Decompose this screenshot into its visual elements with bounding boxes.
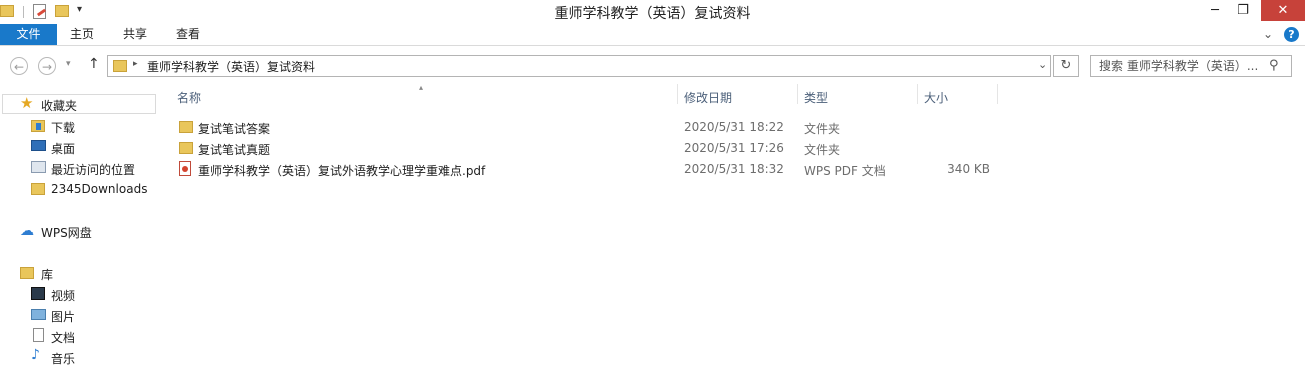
file-date: 2020/5/31 18:22	[684, 120, 784, 134]
cloud-icon: ☁	[20, 223, 34, 239]
tab-file[interactable]: 文件	[0, 24, 57, 45]
sidebar-item-videos[interactable]: 视频	[51, 287, 75, 304]
tab-home[interactable]: 主页	[70, 24, 94, 45]
recent-locations-icon[interactable]: ▾	[66, 59, 71, 69]
folder-icon	[179, 142, 193, 154]
pictures-icon	[31, 309, 46, 320]
address-folder-icon	[113, 60, 127, 72]
file-size: 340 KB	[947, 162, 990, 176]
sidebar-item-music[interactable]: 音乐	[51, 350, 75, 367]
sort-ascending-icon: ▴	[419, 83, 424, 92]
sidebar-item-2345downloads[interactable]: 2345Downloads	[51, 182, 147, 196]
file-type: WPS PDF 文档	[804, 164, 886, 178]
column-divider[interactable]	[797, 84, 798, 104]
window-title: 重师学科教学（英语）复试资料	[554, 6, 751, 22]
address-dropdown-icon[interactable]: ⌄	[1038, 58, 1047, 71]
tab-share[interactable]: 共享	[123, 24, 147, 45]
file-date: 2020/5/31 17:26	[684, 141, 784, 155]
library-icon	[20, 267, 34, 279]
expand-ribbon-icon[interactable]: ⌄	[1263, 27, 1273, 41]
desktop-icon	[31, 140, 46, 151]
column-divider[interactable]	[677, 84, 678, 104]
forward-button[interactable]: →	[38, 57, 56, 75]
sidebar-item-pictures[interactable]: 图片	[51, 308, 75, 325]
help-icon[interactable]: ?	[1284, 27, 1299, 42]
sidebar-item-recent[interactable]: 最近访问的位置	[51, 161, 135, 178]
file-name[interactable]: 重师学科教学（英语）复试外语教学心理学重难点.pdf	[198, 162, 485, 179]
up-button[interactable]: ↑	[88, 56, 100, 72]
favorites-label: 收藏夹	[41, 99, 78, 113]
breadcrumb[interactable]: 重师学科教学（英语）复试资料	[147, 58, 315, 75]
table-row[interactable]	[174, 116, 998, 136]
minimize-button[interactable]: ─	[1200, 1, 1230, 21]
file-date: 2020/5/31 18:32	[684, 162, 784, 176]
downloads-icon	[31, 120, 45, 132]
back-button[interactable]: ←	[10, 57, 28, 75]
sidebar-item-wps-cloud[interactable]: WPS网盘	[41, 224, 92, 241]
file-type: 文件夹	[804, 122, 841, 136]
pdf-icon	[179, 161, 191, 176]
column-modified[interactable]: 修改日期	[684, 88, 732, 108]
star-icon: ★	[20, 94, 34, 112]
refresh-button[interactable]: ↻	[1053, 55, 1079, 77]
file-type: 文件夹	[804, 143, 841, 157]
file-name[interactable]: 复试笔试真题	[198, 141, 270, 158]
video-icon	[31, 287, 45, 300]
file-name[interactable]: 复试笔试答案	[198, 120, 270, 137]
sidebar-item-downloads[interactable]: 下载	[51, 119, 75, 136]
recent-places-icon	[31, 161, 46, 173]
music-icon: ♪	[31, 347, 40, 363]
folder-icon	[31, 183, 45, 195]
close-button[interactable]: ✕	[1261, 0, 1305, 21]
column-size[interactable]: 大小	[924, 88, 948, 108]
folder-icon	[179, 121, 193, 133]
column-divider[interactable]	[997, 84, 998, 104]
search-input[interactable]: 搜索 重师学科教学（英语）...	[1090, 55, 1292, 77]
sidebar-item-documents[interactable]: 文档	[51, 329, 75, 346]
search-icon[interactable]: ⚲	[1269, 58, 1279, 73]
sidebar-item-desktop[interactable]: 桌面	[51, 140, 75, 157]
documents-icon	[33, 328, 44, 342]
column-type[interactable]: 类型	[804, 88, 828, 108]
table-row[interactable]	[174, 137, 998, 157]
column-name[interactable]: 名称	[177, 88, 201, 108]
sidebar-item-library[interactable]: 库	[41, 266, 53, 283]
breadcrumb-chevron-icon[interactable]: ▸	[133, 59, 138, 69]
restore-button[interactable]: ❐	[1228, 1, 1258, 21]
column-divider[interactable]	[917, 84, 918, 104]
tab-view[interactable]: 查看	[176, 24, 200, 45]
